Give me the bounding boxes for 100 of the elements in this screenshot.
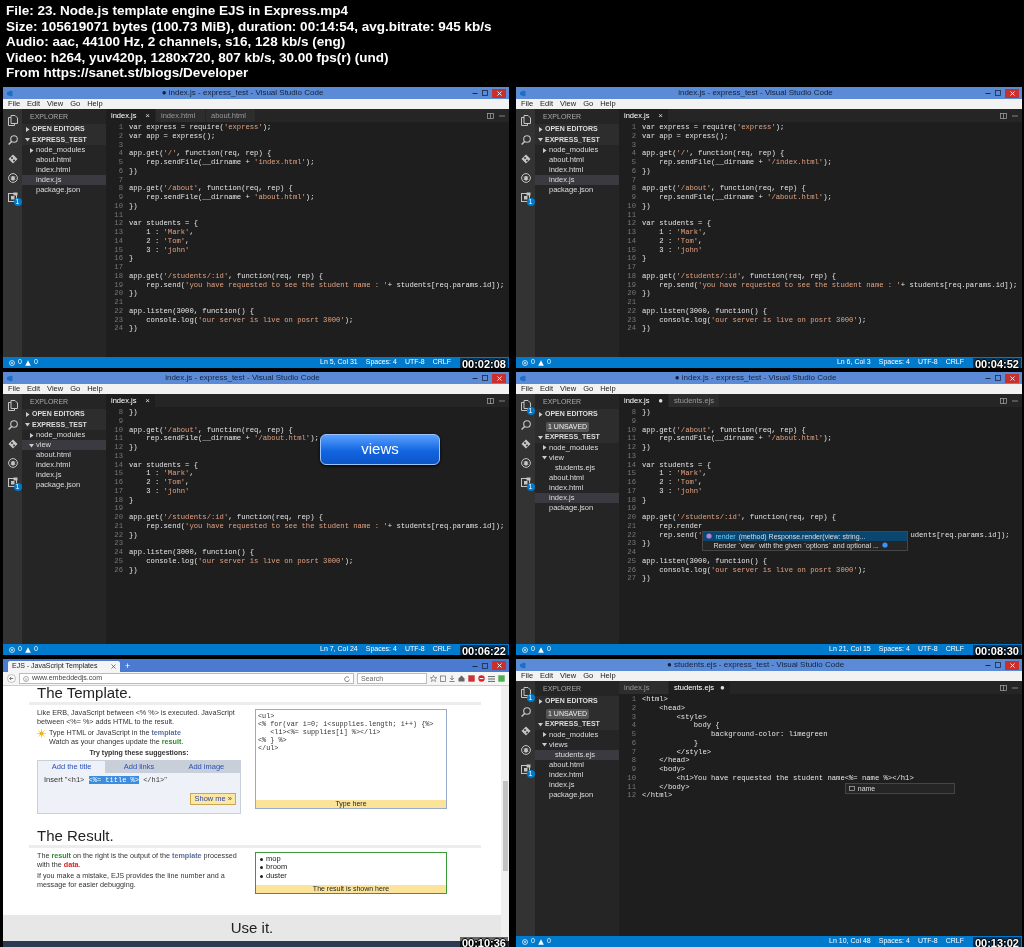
timestamp: 00:10:36: [459, 937, 508, 947]
maximize-icon[interactable]: [482, 375, 488, 381]
files-icon[interactable]: [7, 400, 18, 411]
minimize-icon[interactable]: [985, 90, 991, 96]
caret-icon[interactable]: [29, 442, 34, 448]
minimize-icon[interactable]: [472, 375, 478, 381]
maximize-icon[interactable]: [995, 662, 1001, 668]
close-button[interactable]: [492, 88, 506, 98]
warning-icon[interactable]: [24, 359, 31, 366]
download-icon[interactable]: [449, 675, 455, 682]
bug-icon[interactable]: [7, 458, 18, 468]
warning-icon[interactable]: [537, 359, 544, 366]
bug-icon[interactable]: [520, 458, 531, 468]
tab-close-button[interactable]: ●: [720, 681, 725, 694]
close-button[interactable]: [1005, 373, 1019, 383]
bug-icon[interactable]: [7, 173, 18, 183]
bullet-icon: [260, 866, 263, 870]
caret-icon[interactable]: [542, 455, 547, 460]
warning-icon[interactable]: [537, 938, 544, 945]
branch-icon[interactable]: [520, 439, 531, 449]
caret-icon[interactable]: [538, 411, 543, 417]
caret-icon[interactable]: [25, 422, 30, 428]
caret-icon[interactable]: [542, 445, 547, 450]
files-icon[interactable]: [7, 115, 18, 126]
tab-close-button[interactable]: ●: [658, 394, 663, 407]
error-icon[interactable]: [9, 359, 15, 366]
split-editor-icon[interactable]: [1000, 684, 1007, 691]
maximize-icon[interactable]: [482, 90, 488, 96]
search-icon[interactable]: [7, 135, 18, 145]
extensions-icon[interactable]: [520, 192, 531, 202]
caret-icon[interactable]: [25, 126, 30, 132]
search-icon[interactable]: [520, 707, 531, 717]
search-icon[interactable]: [520, 420, 531, 430]
close-button[interactable]: [492, 373, 506, 383]
scroll-thumb[interactable]: [502, 781, 508, 871]
tab-close-button[interactable]: ×: [145, 109, 150, 122]
error-icon[interactable]: [522, 938, 528, 945]
minimize-icon[interactable]: [985, 662, 991, 668]
caret-icon[interactable]: [542, 742, 547, 747]
split-editor-icon[interactable]: [487, 397, 494, 404]
tab-close-button[interactable]: ×: [145, 394, 150, 407]
maximize-icon[interactable]: [482, 662, 488, 669]
close-button[interactable]: [1005, 88, 1019, 98]
split-editor-icon[interactable]: [1000, 112, 1007, 119]
files-icon[interactable]: [520, 687, 531, 698]
bug-icon[interactable]: [520, 173, 531, 183]
maximize-icon[interactable]: [995, 90, 1001, 96]
close-button[interactable]: [1005, 660, 1019, 670]
search-icon[interactable]: [7, 420, 18, 430]
caret-icon[interactable]: [542, 147, 547, 153]
branch-icon[interactable]: [7, 154, 18, 164]
branch-icon[interactable]: [520, 154, 531, 164]
caret-icon[interactable]: [538, 434, 543, 440]
search-icon[interactable]: [520, 135, 531, 145]
back-icon[interactable]: [7, 674, 16, 683]
caret-icon[interactable]: [29, 432, 34, 438]
error-icon[interactable]: [522, 646, 528, 653]
maximize-icon[interactable]: [995, 375, 1001, 381]
branch-icon[interactable]: [7, 439, 18, 449]
caret-icon[interactable]: [538, 137, 543, 143]
error-icon[interactable]: [9, 646, 15, 653]
caret-icon[interactable]: [538, 698, 543, 704]
split-editor-icon[interactable]: [1000, 397, 1007, 404]
caret-icon[interactable]: [29, 147, 34, 153]
tab-close-button[interactable]: ×: [658, 109, 663, 122]
extensions-icon[interactable]: [520, 764, 531, 774]
method-icon: [706, 533, 713, 539]
minimize-icon[interactable]: [472, 90, 478, 96]
clipboard-icon[interactable]: [440, 675, 446, 682]
close-button[interactable]: [492, 661, 506, 670]
bullet-icon: [260, 874, 263, 878]
caret-icon[interactable]: [538, 126, 543, 132]
files-icon[interactable]: [520, 115, 531, 126]
close-icon[interactable]: [111, 664, 116, 669]
scrollbar[interactable]: [501, 686, 509, 941]
info-line: Audio: aac, 44100 Hz, 2 channels, s16, 128 kb/s (eng): [6, 34, 347, 50]
warning-icon[interactable]: [537, 646, 544, 653]
bug-icon[interactable]: [520, 745, 531, 755]
extensions-icon[interactable]: [7, 477, 18, 487]
window-title: index.js - express_test - Visual Studio Code: [677, 87, 834, 99]
caret-icon[interactable]: [538, 721, 543, 727]
files-icon[interactable]: [520, 400, 531, 411]
warning-icon[interactable]: [24, 646, 31, 653]
stop-icon[interactable]: [478, 675, 485, 682]
home-icon[interactable]: [458, 675, 465, 682]
info-icon[interactable]: [881, 542, 888, 548]
new-tab-button[interactable]: +: [120, 661, 136, 672]
reload-icon[interactable]: [344, 675, 350, 682]
caret-icon[interactable]: [542, 732, 547, 737]
minimize-icon[interactable]: [985, 375, 991, 381]
error-icon[interactable]: [522, 359, 528, 366]
extensions-icon[interactable]: [7, 192, 18, 202]
caret-icon[interactable]: [25, 411, 30, 417]
menu-icon[interactable]: [488, 675, 495, 682]
caret-icon[interactable]: [25, 137, 30, 143]
close-icon: [1009, 662, 1015, 668]
split-editor-icon[interactable]: [487, 112, 494, 119]
extensions-icon[interactable]: [520, 477, 531, 487]
branch-icon[interactable]: [520, 726, 531, 736]
star-icon[interactable]: [430, 675, 437, 682]
